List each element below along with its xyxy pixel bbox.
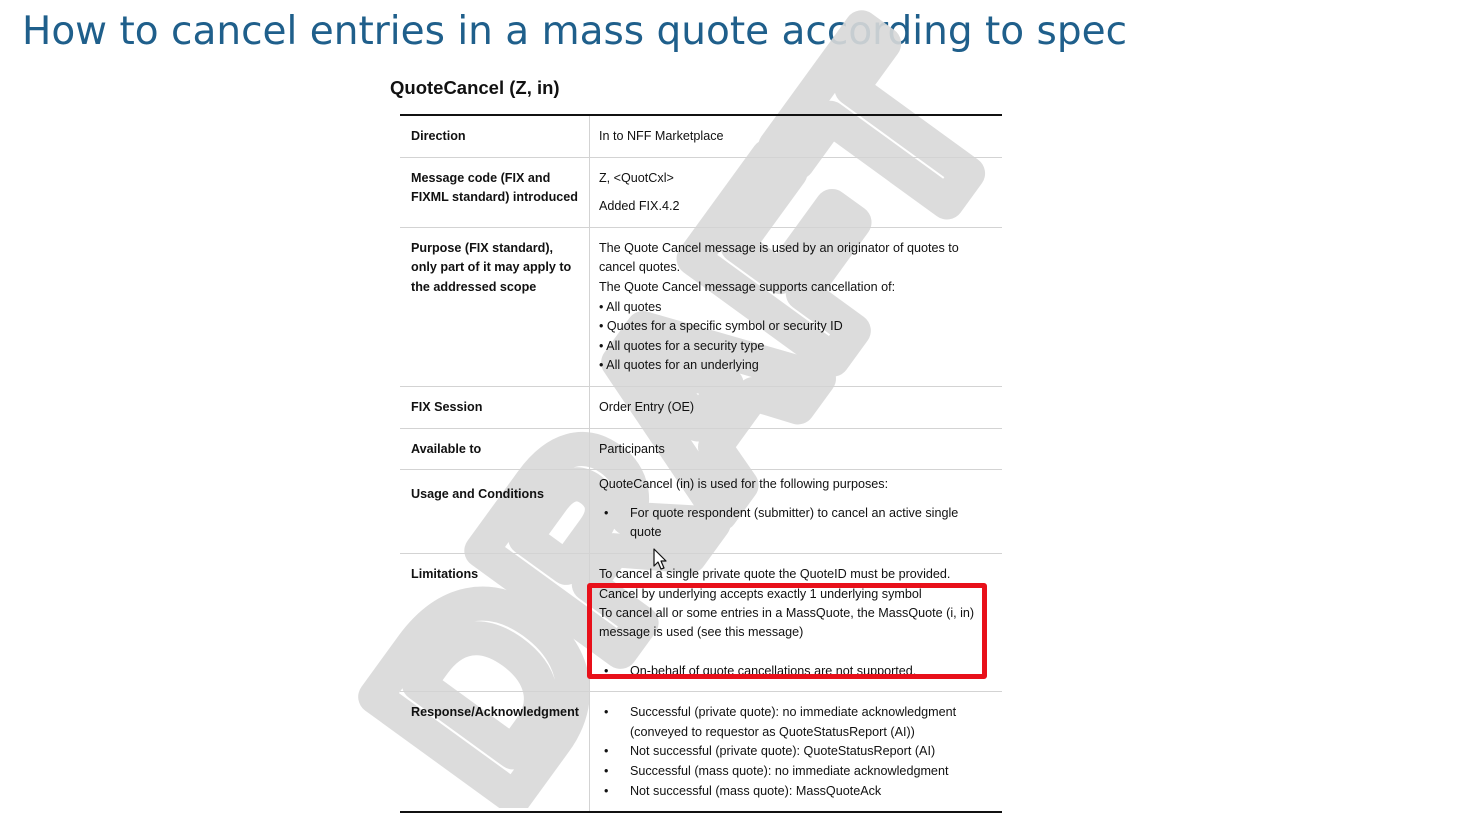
spec-document: QuoteCancel (Z, in) Direction In to NFF … [390,74,1004,813]
list-item: • All quotes for a security type [598,338,765,353]
response-list: Successful (private quote): no immediate… [599,703,992,801]
table-row-message-code: Message code (FIX and FIXML standard) in… [400,157,1002,228]
spec-heading: QuoteCancel (Z, in) [390,77,560,98]
row-label: Usage and Conditions [400,469,590,554]
table-row-available-to: Available to Participants [400,428,1002,470]
slide-title: How to cancel entries in a mass quote ac… [22,9,1128,54]
row-value: Successful (private quote): no immediate… [589,692,1002,812]
row-value: To cancel a single private quote the Quo… [589,553,1002,691]
list-item: Not successful (mass quote): MassQuoteAc… [599,782,992,802]
row-value: QuoteCancel (in) is used for the followi… [589,470,1002,554]
limitation-text: To cancel a single private quote the Quo… [598,566,951,581]
list-item: For quote respondent (submitter) to canc… [599,504,992,543]
list-item: On-behalf of quote cancellations are not… [599,662,992,682]
fix-version-text: Added FIX.4.2 [598,199,680,214]
purpose-text: The Quote Cancel message supports cancel… [598,279,896,294]
purpose-text: The Quote Cancel message is used by an o… [598,240,959,275]
table-row-response: Response/Acknowledgment Successful (priv… [400,691,1002,813]
row-value: Participants [598,441,665,456]
table-row-usage: Usage and Conditions QuoteCancel (in) is… [400,469,1002,554]
table-row-limitations: Limitations To cancel a single private q… [400,553,1002,692]
table-row-fix-session: FIX Session Order Entry (OE) [400,386,1002,429]
list-item: • All quotes for an underlying [598,358,759,373]
row-value: Order Entry (OE) [598,399,695,414]
list-item: • All quotes [598,299,662,314]
table-row-purpose: Purpose (FIX standard), only part of it … [400,227,1002,387]
row-label: FIX Session [400,386,590,429]
spec-table: Direction In to NFF Marketplace Message … [400,114,1002,813]
limitation-text: Cancel by underlying accepts exactly 1 u… [598,586,922,601]
list-item: • Quotes for a specific symbol or securi… [598,319,843,334]
usage-intro-text: QuoteCancel (in) is used for the followi… [598,477,889,492]
table-row-direction: Direction In to NFF Marketplace [400,115,1002,158]
row-label: Limitations [400,553,590,692]
mass-quote-limitation-text: To cancel all or some entries in a MassQ… [598,605,975,640]
row-label: Message code (FIX and FIXML standard) in… [400,157,590,228]
row-label: Available to [400,428,590,470]
message-code-text: Z, <QuotCxl> [598,170,674,185]
list-item: Successful (private quote): no immediate… [599,703,992,742]
row-value: In to NFF Marketplace [598,129,724,143]
list-item: Successful (mass quote): no immediate ac… [599,762,992,782]
usage-list: For quote respondent (submitter) to canc… [599,504,992,543]
row-value: The Quote Cancel message is used by an o… [589,227,1002,386]
row-label: Direction [400,115,590,158]
list-item: Not successful (private quote): QuoteSta… [599,742,992,762]
limitations-list: On-behalf of quote cancellations are not… [599,662,992,682]
row-label: Purpose (FIX standard), only part of it … [400,227,590,387]
row-value: Z, <QuotCxl> Added FIX.4.2 [589,157,1002,227]
row-label: Response/Acknowledgment [400,691,590,813]
